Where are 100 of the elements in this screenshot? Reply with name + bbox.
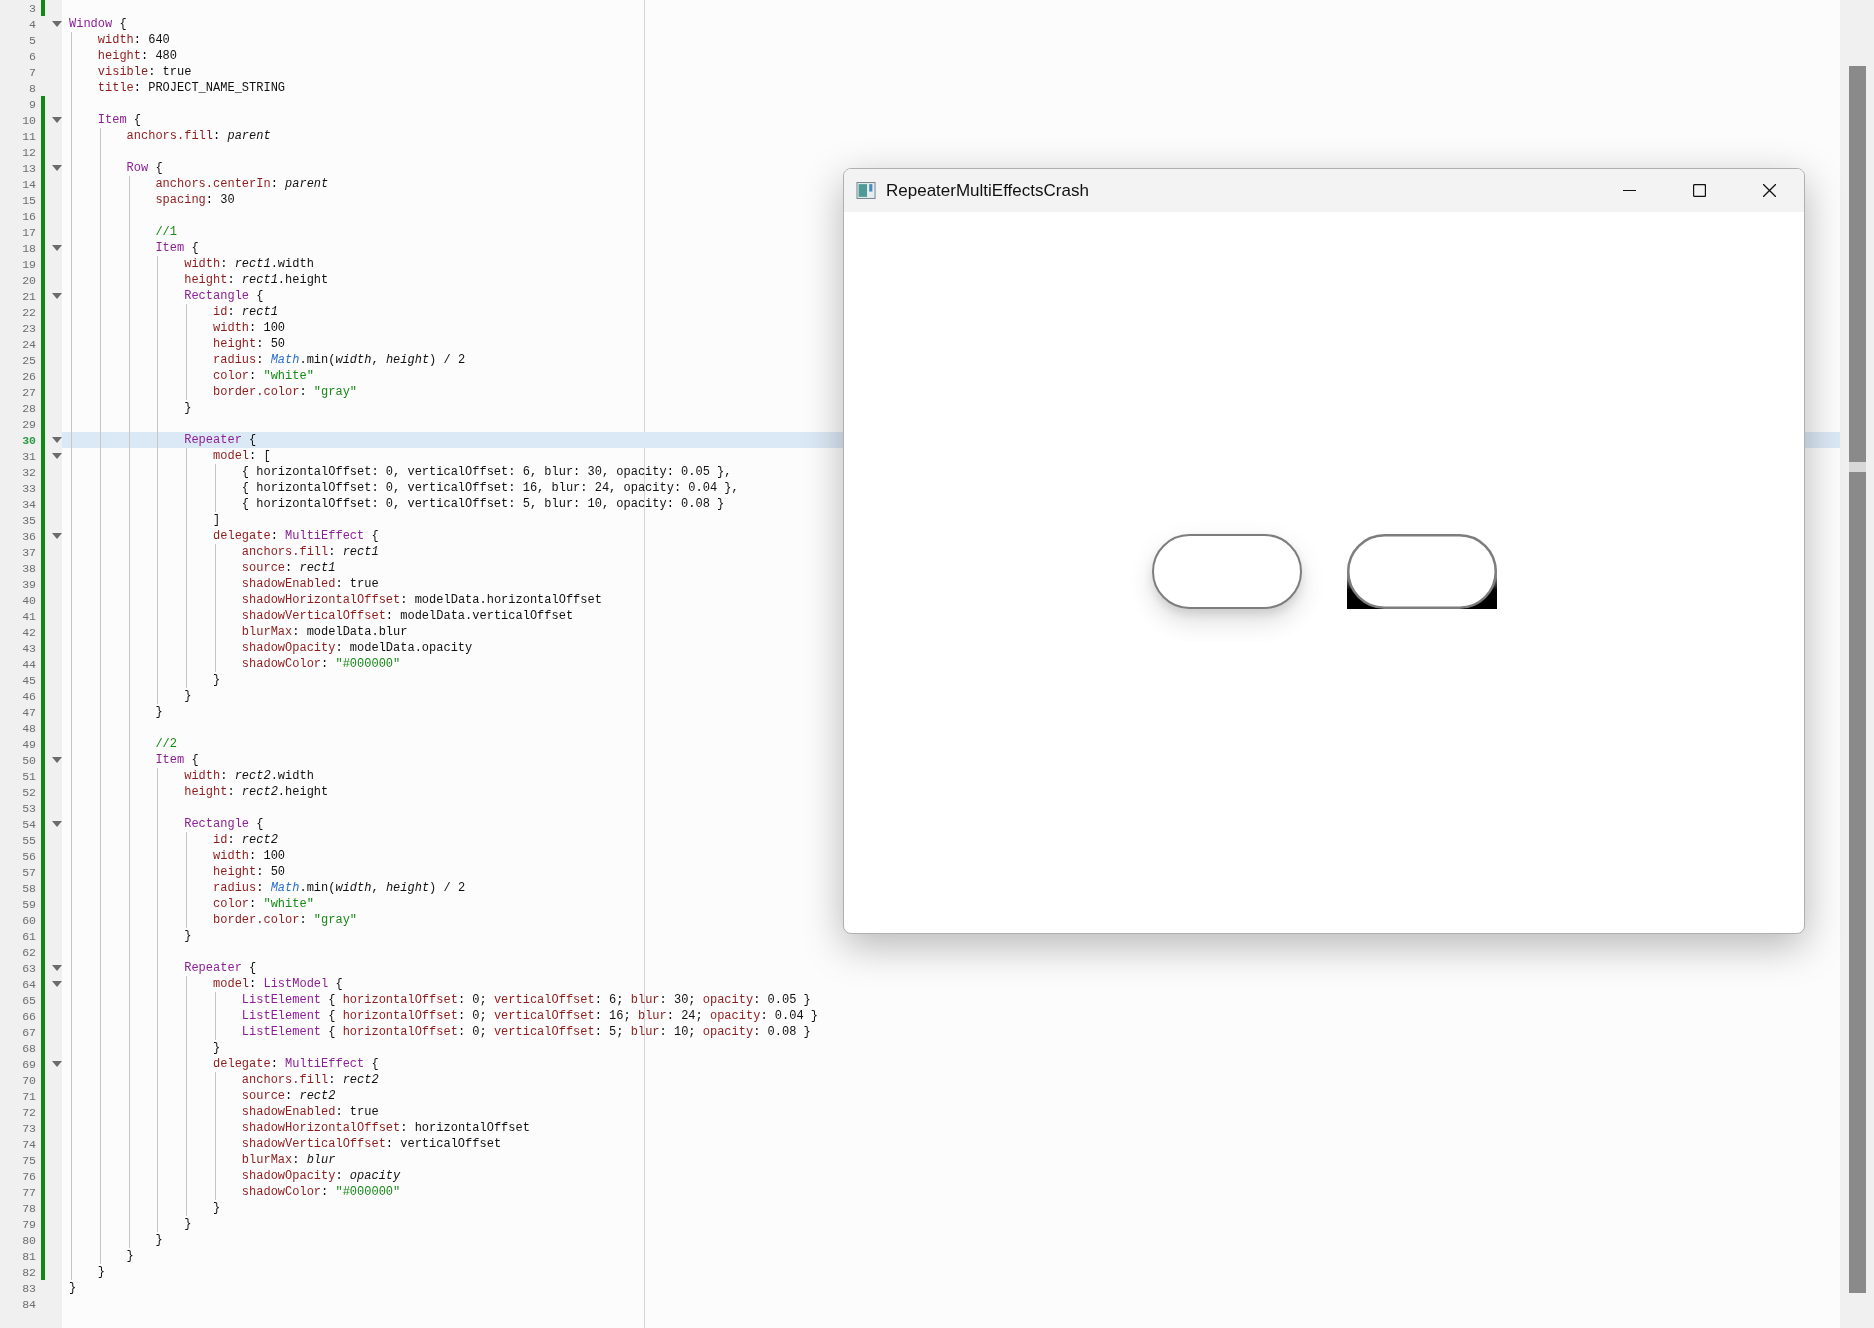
fold-caret-icon[interactable] bbox=[52, 165, 62, 171]
line-number: 70 bbox=[21, 1073, 36, 1087]
line-number: 5 bbox=[28, 33, 36, 47]
line-number: 32 bbox=[21, 465, 36, 479]
line-number: 27 bbox=[21, 385, 36, 399]
line-number: 55 bbox=[21, 833, 36, 847]
line-number: 41 bbox=[21, 609, 36, 623]
line-number: 53 bbox=[21, 801, 36, 815]
line-number: 67 bbox=[21, 1025, 36, 1039]
fold-caret-icon[interactable] bbox=[52, 533, 62, 539]
line-number: 59 bbox=[21, 897, 36, 911]
maximize-icon bbox=[1692, 184, 1706, 197]
line-number: 84 bbox=[21, 1297, 36, 1311]
line-number: 57 bbox=[21, 865, 36, 879]
fold-caret-icon[interactable] bbox=[52, 757, 62, 763]
line-number: 20 bbox=[21, 273, 36, 287]
line-number: 68 bbox=[21, 1041, 36, 1055]
line-number: 80 bbox=[21, 1233, 36, 1247]
line-number: 61 bbox=[21, 929, 36, 943]
line-number: 43 bbox=[21, 641, 36, 655]
line-number: 6 bbox=[28, 49, 36, 63]
line-number: 39 bbox=[21, 577, 36, 591]
line-number: 47 bbox=[21, 705, 36, 719]
fold-caret-icon[interactable] bbox=[52, 1061, 62, 1067]
fold-caret-icon[interactable] bbox=[52, 437, 62, 443]
fold-caret-icon[interactable] bbox=[52, 821, 62, 827]
line-number: 49 bbox=[21, 737, 36, 751]
line-number: 58 bbox=[21, 881, 36, 895]
line-number: 14 bbox=[21, 177, 36, 191]
line-number: 3 bbox=[28, 1, 36, 15]
line-number: 65 bbox=[21, 993, 36, 1007]
line-number: 50 bbox=[21, 753, 36, 767]
line-number: 9 bbox=[28, 97, 36, 111]
fold-caret-icon[interactable] bbox=[52, 981, 62, 987]
fold-caret-icon[interactable] bbox=[52, 965, 62, 971]
line-number: 11 bbox=[21, 129, 36, 143]
line-number: 10 bbox=[21, 113, 36, 127]
fold-caret-icon[interactable] bbox=[52, 453, 62, 459]
line-number: 75 bbox=[21, 1153, 36, 1167]
line-number: 66 bbox=[21, 1009, 36, 1023]
line-number: 78 bbox=[21, 1201, 36, 1215]
line-number: 38 bbox=[21, 561, 36, 575]
line-number: 74 bbox=[21, 1137, 36, 1151]
line-number: 28 bbox=[21, 401, 36, 415]
line-number: 83 bbox=[21, 1281, 36, 1295]
line-number: 42 bbox=[21, 625, 36, 639]
line-number: 82 bbox=[21, 1265, 36, 1279]
line-number: 71 bbox=[21, 1089, 36, 1103]
line-number: 46 bbox=[21, 689, 36, 703]
line-number: 13 bbox=[21, 161, 36, 175]
line-number: 60 bbox=[21, 913, 36, 927]
line-number: 81 bbox=[21, 1249, 36, 1263]
line-number: 35 bbox=[21, 513, 36, 527]
fold-caret-icon[interactable] bbox=[52, 245, 62, 251]
line-number: 21 bbox=[21, 289, 36, 303]
line-number: 4 bbox=[28, 17, 36, 31]
line-number: 31 bbox=[21, 449, 36, 463]
line-number: 72 bbox=[21, 1105, 36, 1119]
line-number: 8 bbox=[28, 81, 36, 95]
line-number: 62 bbox=[21, 945, 36, 959]
line-number: 15 bbox=[21, 193, 36, 207]
line-number: 22 bbox=[21, 305, 36, 319]
line-number: 48 bbox=[21, 721, 36, 735]
line-number: 37 bbox=[21, 545, 36, 559]
line-number: 73 bbox=[21, 1121, 36, 1135]
line-number: 19 bbox=[21, 257, 36, 271]
line-number: 69 bbox=[21, 1057, 36, 1071]
line-number: 45 bbox=[21, 673, 36, 687]
window-title: RepeaterMultiEffectsCrash bbox=[886, 180, 1089, 201]
line-number: 36 bbox=[21, 529, 36, 543]
line-number: 23 bbox=[21, 321, 36, 335]
line-number: 26 bbox=[21, 369, 36, 383]
line-number: 77 bbox=[21, 1185, 36, 1199]
app-icon bbox=[856, 182, 876, 199]
fold-caret-icon[interactable] bbox=[52, 21, 62, 27]
line-number: 44 bbox=[21, 657, 36, 671]
line-number: 7 bbox=[28, 65, 36, 79]
scrollbar[interactable] bbox=[1840, 0, 1874, 1328]
line-number: 18 bbox=[21, 241, 36, 255]
line-number: 25 bbox=[21, 353, 36, 367]
line-number: 29 bbox=[21, 417, 36, 431]
line-number: 79 bbox=[21, 1217, 36, 1231]
close-icon bbox=[1762, 184, 1776, 197]
line-number: 16 bbox=[21, 209, 36, 223]
line-number: 52 bbox=[21, 785, 36, 799]
line-number: 33 bbox=[21, 481, 36, 495]
line-number: 51 bbox=[21, 769, 36, 783]
line-number: 24 bbox=[21, 337, 36, 351]
line-number: 76 bbox=[21, 1169, 36, 1183]
line-number: 34 bbox=[21, 497, 36, 511]
line-number: 17 bbox=[21, 225, 36, 239]
fold-caret-icon[interactable] bbox=[52, 117, 62, 123]
line-number: 56 bbox=[21, 849, 36, 863]
line-number: 30 bbox=[21, 433, 36, 447]
line-number: 64 bbox=[21, 977, 36, 991]
line-number: 12 bbox=[21, 145, 36, 159]
line-number: 54 bbox=[21, 817, 36, 831]
line-number: 63 bbox=[21, 961, 36, 975]
fold-caret-icon[interactable] bbox=[52, 293, 62, 299]
line-number: 40 bbox=[21, 593, 36, 607]
